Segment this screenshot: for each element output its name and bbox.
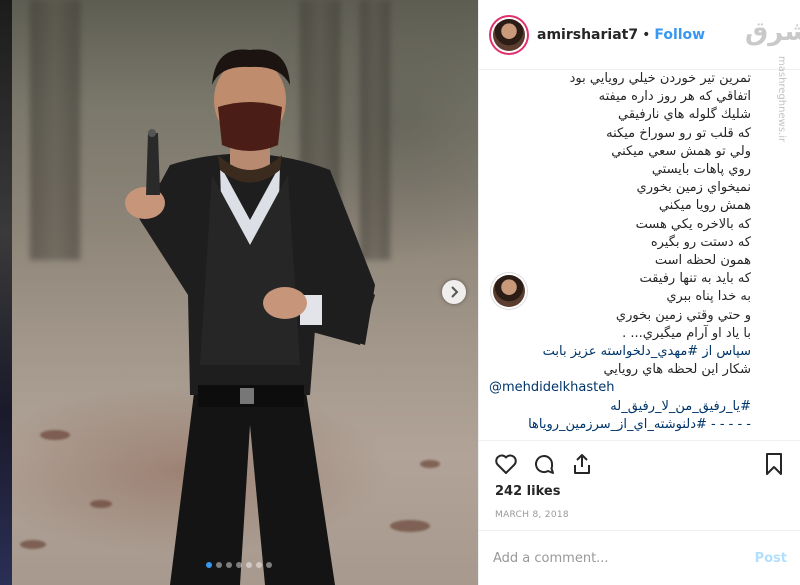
caption-area: تمرين تير خوردن خيلي رويايي بود اتفاقي كه… — [479, 70, 800, 440]
caption-line[interactable]: @mehdidelkhasteh — [489, 379, 751, 397]
carousel-dot — [216, 562, 222, 568]
post-side-panel: amirshariat7 • Follow مشرق mashreghnews.… — [478, 0, 800, 585]
share-button[interactable] — [569, 451, 595, 477]
carousel-dot — [256, 562, 262, 568]
carousel-next-button[interactable] — [442, 280, 466, 304]
post-photo[interactable] — [0, 0, 478, 585]
separator-dot: • — [642, 26, 651, 43]
caption-text: تمرين تير خوردن خيلي رويايي بود اتفاقي كه… — [479, 70, 800, 440]
caption-line[interactable]: سپاس از #مهدي_دلخواسته عزيز بابت — [489, 343, 751, 361]
caption-line[interactable]: #يا_رفيق_من_لا_رفيق_له — [489, 398, 751, 416]
comment-icon — [535, 454, 554, 474]
carousel-dots — [0, 562, 478, 568]
caption-line: با ياد او آرام ميگيري... . — [622, 325, 751, 341]
comment-button[interactable] — [531, 451, 557, 477]
caption-line: به خدا پناه ببري — [666, 289, 751, 305]
follow-button[interactable]: Follow — [654, 27, 705, 43]
leaf — [20, 540, 46, 549]
background-tree — [30, 0, 80, 260]
watermark-logo: مشرق — [745, 17, 800, 47]
post-comment-button[interactable]: Post — [755, 551, 787, 566]
carousel-dot — [236, 562, 242, 568]
caption-line: شكار اين لحظه هاي رويايي — [603, 362, 751, 378]
username-link[interactable]: amirshariat7 — [537, 27, 638, 43]
caption-line: كه قلب تو رو سوراخ ميكنه — [606, 125, 751, 141]
leaf — [420, 460, 440, 468]
caption-line: و حتي وقتي زمين بخوري — [615, 307, 751, 323]
caption-line: كه بالاخره يكي هست — [635, 216, 751, 232]
carousel-dot — [226, 562, 232, 568]
carousel-dot — [266, 562, 272, 568]
left-edge — [0, 0, 12, 585]
carousel-dot — [246, 562, 252, 568]
caption-line: روي پاهات بايستي — [651, 162, 751, 178]
caption-line: ولي تو همش سعي ميكني — [611, 143, 751, 159]
caption-line: اتفاقي كه هر روز داره ميفته — [598, 89, 751, 105]
leaf — [40, 430, 70, 440]
caption-line[interactable]: - - - - - #دلنوشته_اي_از_سرزمين_روياها — [489, 416, 751, 434]
caption-line: كه دستت رو بگيره — [650, 234, 751, 250]
post-date: MARCH 8, 2018 — [495, 510, 569, 520]
like-button[interactable] — [493, 451, 519, 477]
caption-line: همش رويا ميكني — [658, 198, 751, 214]
caption-line: همون لحظه است — [654, 253, 751, 269]
save-button[interactable] — [761, 451, 787, 477]
add-comment-bar: Add a comment... Post — [479, 530, 800, 585]
action-bar — [479, 440, 800, 486]
caption-line: شليك گلوله هاي نارفيقي — [617, 107, 751, 123]
heart-icon — [495, 454, 517, 474]
avatar[interactable] — [493, 18, 525, 51]
share-icon — [574, 453, 590, 474]
likes-count[interactable]: 242 likes — [495, 484, 560, 499]
bookmark-icon — [766, 452, 782, 475]
carousel-dot — [206, 562, 212, 568]
man-with-gun-figure — [125, 49, 375, 585]
comment-input[interactable]: Add a comment... — [493, 551, 755, 566]
chevron-right-icon — [451, 286, 459, 298]
avatar[interactable] — [493, 275, 525, 307]
caption-line: نميخواي زمين بخوري — [636, 180, 751, 196]
caption-line: كه بايد به تنها رفيقت — [639, 271, 751, 287]
caption-line: تمرين تير خوردن خيلي رويايي بود — [569, 71, 751, 86]
